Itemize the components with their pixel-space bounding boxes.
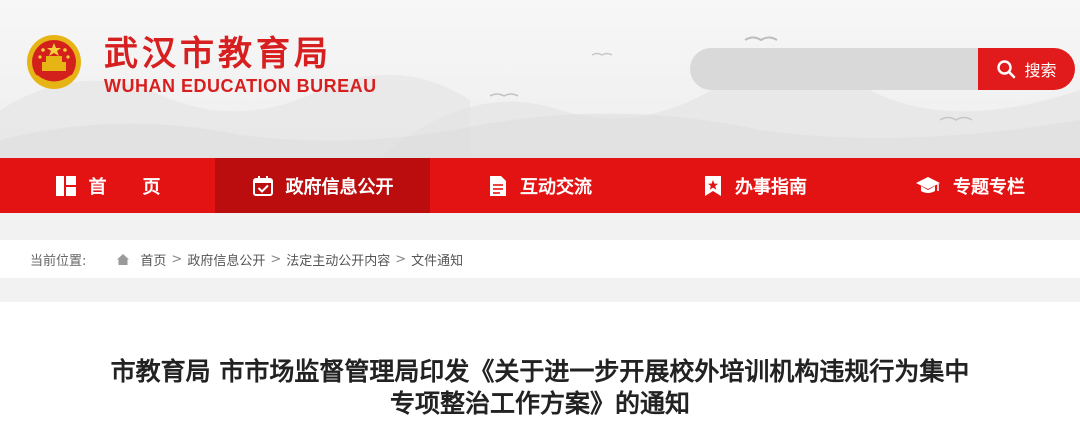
breadcrumb-separator: >	[270, 251, 282, 267]
article-container: 市教育局 市市场监督管理局印发《关于进一步开展校外培训机构违规行为集中 专项整治…	[0, 302, 1080, 444]
graduation-cap-icon	[916, 176, 940, 193]
nav-label-topics: 专题专栏	[953, 176, 1025, 198]
site-title-cn[interactable]: 武汉市教育局	[104, 26, 332, 75]
nav-item-guide[interactable]: 办事指南	[650, 158, 860, 213]
site-title-en[interactable]: WUHAN EDUCATION BUREAU	[104, 76, 377, 97]
article-title-line1: 市教育局 市市场监督管理局印发《关于进一步开展校外培训机构违规行为集中	[110, 357, 970, 386]
nav-item-home[interactable]: 首 页	[0, 158, 215, 213]
main-nav: 首 页 政府信息公开 互动交流 办事指南 专题专栏	[0, 158, 1080, 213]
site-header: 武汉市教育局 WUHAN EDUCATION BUREAU 搜索	[0, 0, 1080, 158]
nav-item-interaction[interactable]: 互动交流	[430, 158, 650, 213]
article-title-line2: 专项整治工作方案》的通知	[389, 389, 690, 418]
document-icon	[490, 175, 506, 196]
search-button[interactable]: 搜索	[978, 48, 1075, 90]
nav-item-gov-info[interactable]: 政府信息公开	[215, 158, 430, 213]
breadcrumb: 当前位置: 首页 > 政府信息公开 > 法定主动公开内容 > 文件通知	[0, 240, 1080, 278]
breadcrumb-item-statutory[interactable]: 法定主动公开内容	[286, 250, 390, 269]
home-icon	[117, 253, 130, 265]
nav-label-guide: 办事指南	[735, 176, 807, 198]
search-icon	[997, 60, 1016, 79]
article-title: 市教育局 市市场监督管理局印发《关于进一步开展校外培训机构违规行为集中 专项整治…	[40, 356, 1040, 420]
breadcrumb-item-gov-info[interactable]: 政府信息公开	[187, 250, 265, 269]
breadcrumb-separator: >	[171, 251, 183, 267]
search-input[interactable]	[690, 48, 978, 90]
nav-label-home: 首 页	[88, 176, 161, 198]
breadcrumb-separator: >	[395, 251, 407, 267]
nav-item-topics[interactable]: 专题专栏	[860, 158, 1080, 213]
calendar-check-icon	[252, 175, 273, 196]
home-grid-icon	[55, 175, 76, 196]
national-emblem-icon	[27, 35, 81, 89]
breadcrumb-label: 当前位置:	[30, 253, 87, 269]
bookmark-star-icon	[705, 175, 721, 196]
breadcrumb-item-notices[interactable]: 文件通知	[411, 250, 463, 269]
nav-label-gov-info: 政府信息公开	[285, 176, 394, 198]
nav-label-interaction: 互动交流	[520, 176, 592, 198]
search-button-label: 搜索	[1024, 61, 1057, 80]
breadcrumb-item-home[interactable]: 首页	[140, 250, 166, 269]
